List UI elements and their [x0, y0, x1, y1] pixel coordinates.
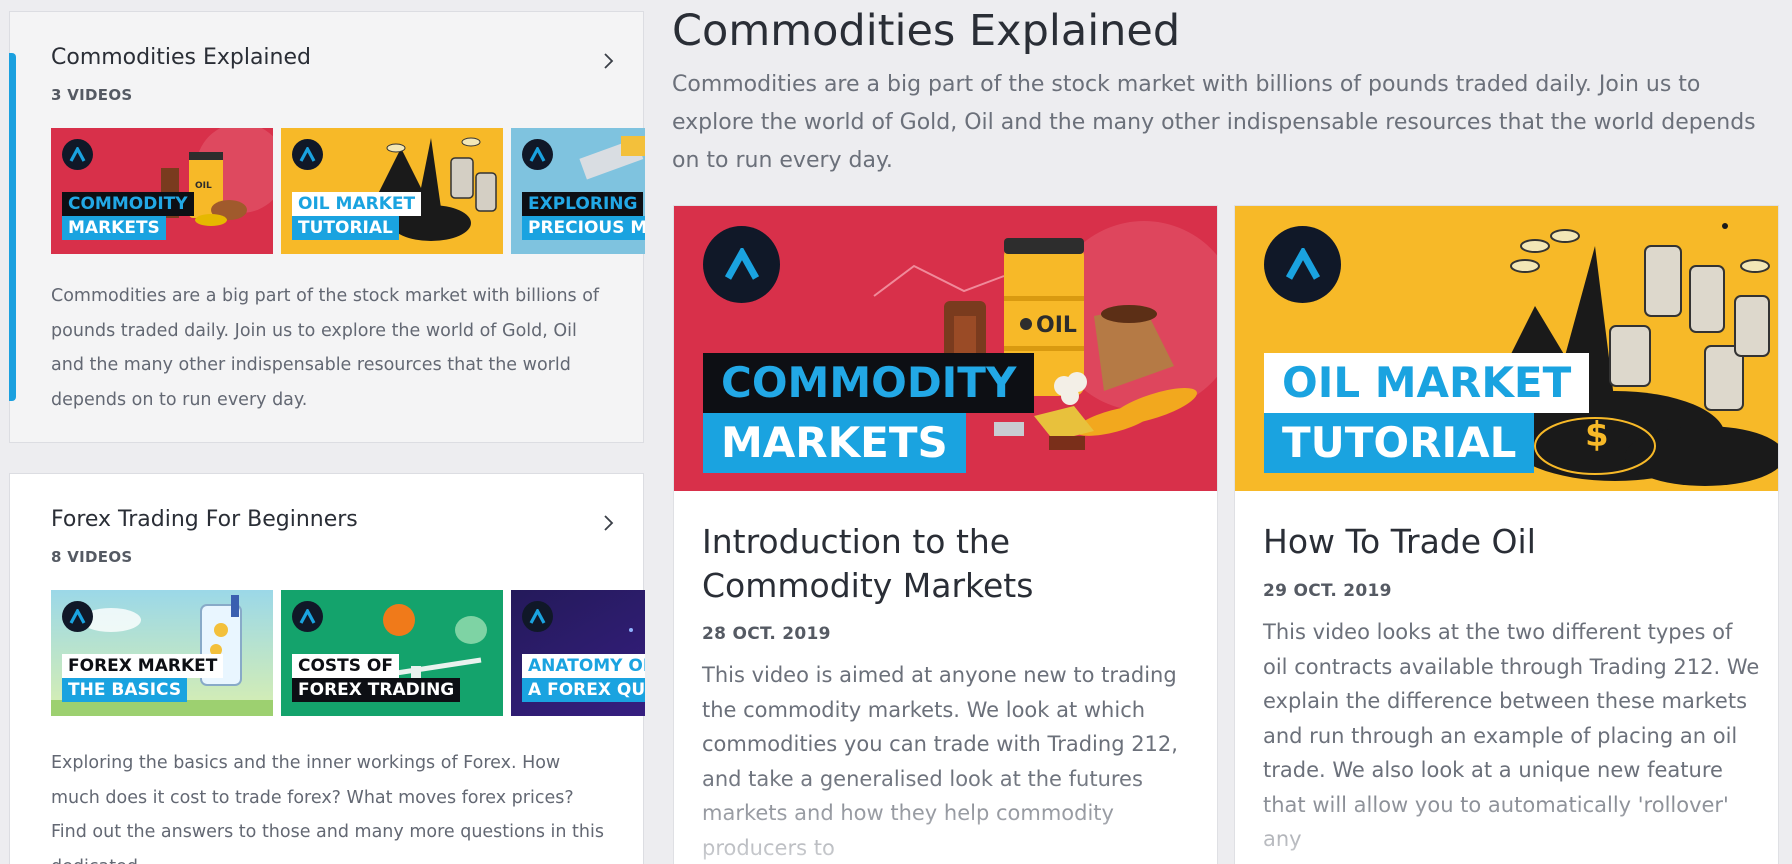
- video-card-commodity[interactable]: OIL COMMODITY MARKETS Introduction to th…: [673, 205, 1218, 864]
- thumbnail-strip: FOREX MARKET THE BASICS COSTS OF FOREX T…: [51, 590, 645, 716]
- brand-logo-icon: [1264, 226, 1341, 303]
- thumbnail-line2: TUTORIAL: [292, 216, 399, 240]
- video-count: 8 VIDEOS: [51, 548, 133, 566]
- thumbnail-line1: EXPLORING: [522, 192, 644, 216]
- thumbnail-line1: COSTS OF: [292, 654, 399, 678]
- thumbnail-line2: MARKETS: [62, 216, 166, 240]
- section-description: Commodities are a big part of the stock …: [672, 72, 1756, 173]
- thumbnail-line1: OIL MARKET: [1264, 353, 1590, 413]
- playlist-sidebar: Commodities Explained 3 VIDEOS OIL COMMO…: [0, 0, 653, 864]
- brand-logo-icon: [522, 139, 553, 170]
- thumbnail-line1: ANATOMY OF: [522, 654, 645, 678]
- svg-text:OIL: OIL: [1036, 313, 1077, 338]
- thumbnail-forex-quote[interactable]: ANATOMY OF A FOREX QUOTE: [511, 590, 645, 716]
- brand-logo-icon: [292, 139, 323, 170]
- video-title[interactable]: Introduction to the Commodity Markets: [702, 520, 1202, 608]
- thumbnail-line1: OIL MARKET: [292, 192, 422, 216]
- thumbnail-forex-basics[interactable]: FOREX MARKET THE BASICS: [51, 590, 273, 716]
- thumbnail-line2: A FOREX QUOTE: [522, 678, 645, 702]
- playlist-card-forex[interactable]: Forex Trading For Beginners 8 VIDEOS FOR…: [9, 473, 645, 864]
- video-count: 3 VIDEOS: [51, 86, 133, 104]
- thumbnail-line1: COMMODITY: [62, 192, 194, 216]
- video-thumbnail[interactable]: $ OIL MARKET TUTORIAL: [1235, 206, 1778, 491]
- brand-logo-icon: [522, 601, 553, 632]
- playlist-card-commodities[interactable]: Commodities Explained 3 VIDEOS OIL COMMO…: [9, 11, 645, 443]
- video-thumbnail[interactable]: OIL COMMODITY MARKETS: [674, 206, 1217, 491]
- thumbnail-line2: MARKETS: [703, 413, 966, 473]
- brand-logo-icon: [292, 601, 323, 632]
- thumbnail-line2: TUTORIAL: [1264, 413, 1535, 473]
- playlist-title: Commodities Explained: [51, 45, 311, 70]
- video-date: 29 OCT. 2019: [1263, 581, 1392, 601]
- video-description: This video looks at the two different ty…: [1263, 620, 1760, 851]
- brand-logo-icon: [703, 226, 780, 303]
- thumbnail-line2: FOREX TRADING: [292, 678, 461, 702]
- chevron-right-icon[interactable]: [597, 512, 619, 534]
- video-description: This video is aimed at anyone new to tra…: [702, 663, 1178, 860]
- svg-text:OIL: OIL: [195, 181, 212, 191]
- brand-logo-icon: [62, 139, 93, 170]
- thumbnail-strip: OIL COMMODITY MARKETS OIL MARKET TUTORIA…: [51, 128, 645, 254]
- brand-logo-icon: [62, 601, 93, 632]
- playlist-title: Forex Trading For Beginners: [51, 507, 358, 532]
- thumbnail-precious-metals[interactable]: EXPLORING PRECIOUS METALS: [511, 128, 645, 254]
- thumbnail-line1: FOREX MARKET: [62, 654, 224, 678]
- playlist-description: Exploring the basics and the inner worki…: [51, 753, 604, 864]
- thumbnail-line2: THE BASICS: [62, 678, 188, 702]
- thumbnail-line1: COMMODITY: [703, 353, 1035, 413]
- playlist-description: Commodities are a big part of the stock …: [51, 286, 600, 410]
- chevron-right-icon[interactable]: [597, 50, 619, 72]
- active-indicator: [9, 53, 16, 401]
- thumbnail-line2: PRECIOUS METALS: [522, 216, 645, 240]
- thumbnail-forex-costs[interactable]: COSTS OF FOREX TRADING: [281, 590, 503, 716]
- thumbnail-commodity-markets[interactable]: OIL COMMODITY MARKETS: [51, 128, 273, 254]
- video-date: 28 OCT. 2019: [702, 624, 831, 644]
- thumbnail-oil-market[interactable]: OIL MARKET TUTORIAL: [281, 128, 503, 254]
- page-title: Commodities Explained: [672, 6, 1181, 56]
- svg-text:$: $: [1585, 415, 1609, 455]
- video-card-oil[interactable]: $ OIL MARKET TUTORIAL How To Trade Oil 2…: [1234, 205, 1779, 864]
- video-title[interactable]: How To Trade Oil: [1263, 520, 1763, 564]
